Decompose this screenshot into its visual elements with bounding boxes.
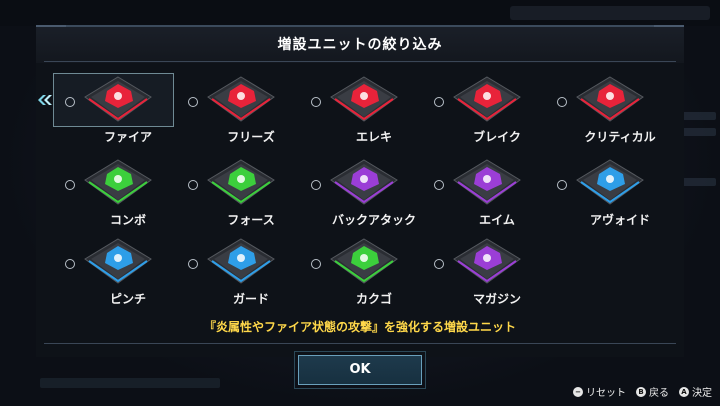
radio-button[interactable] <box>311 180 321 190</box>
unit-chip-icon <box>207 238 275 284</box>
unit-option[interactable]: コンボ <box>53 158 173 238</box>
unit-option[interactable]: エイム <box>422 158 542 238</box>
confirm-hint[interactable]: A 決定 <box>679 384 712 399</box>
unit-option[interactable]: ピンチ <box>53 237 173 317</box>
corner-decoration <box>36 25 66 27</box>
unit-chip-icon <box>84 238 152 284</box>
divider <box>44 61 676 62</box>
a-button-icon: A <box>679 386 689 397</box>
corner-decoration <box>654 25 684 27</box>
unit-chip-icon <box>453 76 521 122</box>
ok-button[interactable]: OK <box>298 355 422 385</box>
radio-button[interactable] <box>434 97 444 107</box>
unit-chip-icon <box>453 238 521 284</box>
unit-option[interactable]: アヴォイド <box>545 158 665 238</box>
unit-option[interactable]: クリティカル <box>545 75 665 155</box>
radio-button[interactable] <box>188 97 198 107</box>
unit-description: 『炎属性やファイア状態の攻撃』を強化する増設ユニット <box>203 320 516 334</box>
reset-hint[interactable]: − リセット <box>573 384 626 399</box>
dialog-title: 増設ユニットの絞り込み <box>277 37 443 53</box>
unit-chip-icon <box>84 76 152 122</box>
radio-button[interactable] <box>65 97 75 107</box>
radio-button[interactable] <box>65 259 75 269</box>
radio-button[interactable] <box>188 180 198 190</box>
unit-label: マガジン <box>472 292 521 306</box>
background-hud <box>0 0 720 26</box>
minus-button-icon: − <box>573 386 583 397</box>
back-label: 戻る <box>649 388 669 399</box>
radio-button[interactable] <box>65 180 75 190</box>
radio-button[interactable] <box>557 97 567 107</box>
confirm-label: 決定 <box>692 388 712 399</box>
divider <box>44 343 676 344</box>
radio-button[interactable] <box>311 97 321 107</box>
unit-option[interactable]: ガード <box>176 237 296 317</box>
unit-chip-icon <box>453 159 521 205</box>
radio-button[interactable] <box>557 180 567 190</box>
unit-option[interactable]: ブレイク <box>422 75 542 155</box>
selection-arrow-icon <box>38 95 52 105</box>
unit-option[interactable]: ファイア <box>53 75 173 155</box>
unit-chip-icon <box>330 159 398 205</box>
unit-chip-icon <box>576 76 644 122</box>
button-guide: − リセット B 戻る A 決定 <box>573 384 712 399</box>
b-button-icon: B <box>636 386 646 397</box>
unit-option[interactable]: バックアタック <box>299 158 419 238</box>
unit-chip-icon <box>84 159 152 205</box>
unit-chip-icon <box>207 76 275 122</box>
unit-option[interactable]: カクゴ <box>299 237 419 317</box>
radio-button[interactable] <box>434 259 444 269</box>
unit-option[interactable]: フォース <box>176 158 296 238</box>
back-hint[interactable]: B 戻る <box>636 384 669 399</box>
background-decoration <box>40 378 220 388</box>
unit-option[interactable]: エレキ <box>299 75 419 155</box>
radio-button[interactable] <box>188 259 198 269</box>
unit-chip-icon <box>330 238 398 284</box>
unit-option[interactable]: フリーズ <box>176 75 296 155</box>
radio-button[interactable] <box>434 180 444 190</box>
unit-chip-icon <box>330 76 398 122</box>
unit-chip-icon <box>207 159 275 205</box>
unit-chip-icon <box>576 159 644 205</box>
unit-option[interactable]: マガジン <box>422 237 542 317</box>
radio-button[interactable] <box>311 259 321 269</box>
unit-label: クリティカル <box>584 130 656 144</box>
reset-label: リセット <box>586 388 626 399</box>
unit-label: アヴォイド <box>589 213 650 227</box>
